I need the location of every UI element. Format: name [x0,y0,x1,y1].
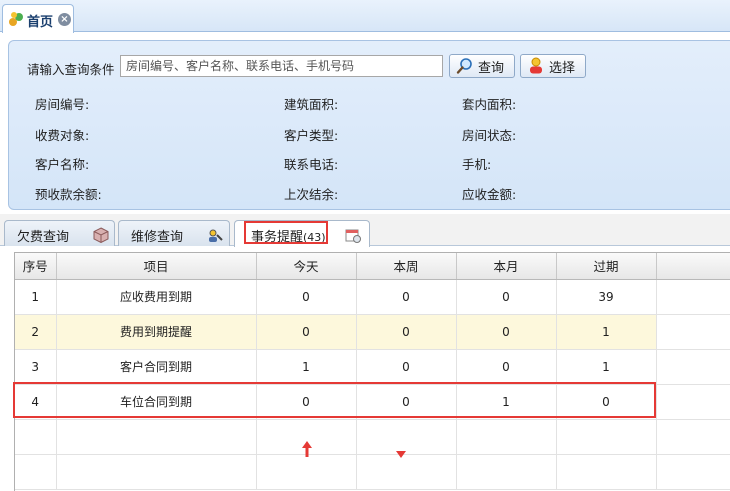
cell-week: 0 [356,314,457,350]
table-row[interactable]: 2 费用到期提醒 0 0 0 1 [15,314,730,350]
building-area-label: 建筑面积: [284,97,339,112]
home-icon [9,12,23,26]
column-header-filler [656,253,730,280]
sort-up-icon [302,441,312,457]
cell-item: 客户合同到期 [56,349,257,385]
lower-tab-strip: 欠费查询 维修查询 事务提醒(43) [0,214,730,247]
customer-name-label: 客户名称: [35,157,90,172]
cell-expired: 1 [556,349,657,385]
cell-filler [656,279,730,315]
charge-target-label: 收费对象: [35,128,90,143]
box-icon [93,227,109,243]
customer-type-label: 客户类型: [284,128,339,143]
empty-row [15,419,730,455]
row-highlight [13,382,656,418]
tab-home[interactable]: 首页 × [2,4,74,33]
column-header-item[interactable]: 项目 [56,253,257,280]
cell-filler [656,349,730,385]
query-button[interactable]: 查询 [449,54,515,78]
repair-icon [209,229,223,242]
sort-down-icon [396,451,406,458]
cell-index: 1 [15,279,57,315]
table-row[interactable]: 3 客户合同到期 1 0 0 1 [15,349,730,385]
room-no-label: 房间编号: [35,97,90,112]
table-row[interactable]: 1 应收费用到期 0 0 0 39 [15,279,730,315]
cell-month: 0 [456,279,557,315]
cell-item: 费用到期提醒 [56,314,257,350]
cell-filler [656,384,730,420]
reminder-table: 序号 项目 今天 本周 本月 过期 1 应收费用到期 0 0 0 39 2 费用 [15,253,730,490]
cell-index: 3 [15,349,57,385]
column-header-week[interactable]: 本周 [356,253,457,280]
select-button-label: 选择 [549,60,576,76]
cell-expired: 39 [556,279,657,315]
room-status-label: 房间状态: [462,128,517,143]
tab-repair-label: 维修查询 [131,230,184,245]
cell-expired: 1 [556,314,657,350]
cell-item: 应收费用到期 [56,279,257,315]
cell-week: 0 [356,279,457,315]
search-icon [456,58,472,74]
table-header-row: 序号 项目 今天 本周 本月 过期 [15,253,730,280]
reminder-grid: 序号 项目 今天 本周 本月 过期 1 应收费用到期 0 0 0 39 2 费用 [14,252,730,491]
cell-week: 0 [356,349,457,385]
cell-month: 0 [456,314,557,350]
cell-today: 0 [256,279,357,315]
mobile-label: 手机: [462,157,492,172]
events-tab-highlight [244,221,328,244]
calendar-icon [345,229,361,243]
tab-arrears-label: 欠费查询 [17,230,70,245]
tab-repair[interactable]: 维修查询 [118,220,230,246]
inner-area-label: 套内面积: [462,97,517,112]
cell-today: 1 [256,349,357,385]
prepaid-balance-label: 预收款余额: [35,187,102,202]
column-header-index[interactable]: 序号 [15,253,57,280]
tab-arrears[interactable]: 欠费查询 [4,220,115,246]
receivable-label: 应收金额: [462,187,517,202]
tab-home-label: 首页 [27,15,54,30]
last-settlement-label: 上次结余: [284,187,339,202]
top-tab-strip: 首页 × [0,0,730,33]
phone-label: 联系电话: [284,157,339,172]
empty-row [15,454,730,490]
user-select-icon [530,57,542,74]
query-label: 请输入查询条件 [27,62,115,77]
column-header-month[interactable]: 本月 [456,253,557,280]
cell-month: 0 [456,349,557,385]
column-header-today[interactable]: 今天 [256,253,357,280]
query-button-label: 查询 [478,60,505,76]
query-panel: 请输入查询条件 查询 选择 房间编号: 建筑面积: 套内面积: 收费对象: 客户… [8,40,730,210]
select-button[interactable]: 选择 [520,54,586,78]
column-header-expired[interactable]: 过期 [556,253,657,280]
search-input[interactable] [120,55,443,77]
cell-filler [656,314,730,350]
cell-index: 2 [15,314,57,350]
cell-today: 0 [256,314,357,350]
close-icon[interactable]: × [58,13,71,26]
